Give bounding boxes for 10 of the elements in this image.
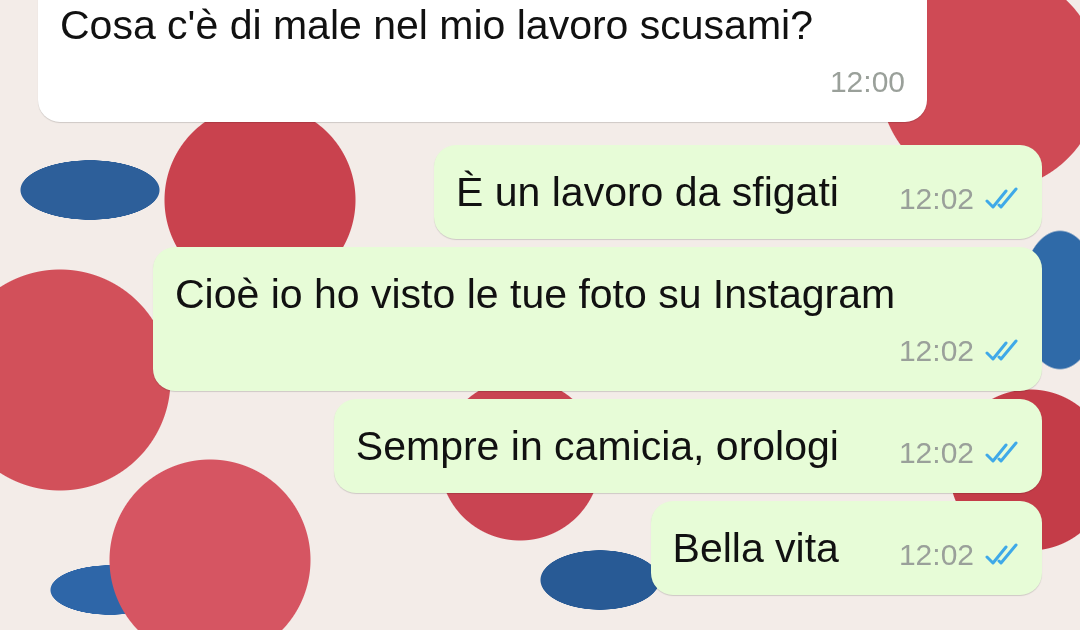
message-text: Sempre in camicia, orologi [355,422,839,471]
message-text: È un lavoro da sfigati [456,168,839,217]
message-time: 12:02 [898,182,974,216]
message-time: 12:02 [898,334,974,368]
message-time: 12:02 [898,436,974,470]
message-text: Cosa c'è di male nel mio lavoro scusami? [60,1,813,50]
message-time: 12:02 [898,538,974,572]
message-text: Cioè io ho visto le tue foto su Instagram [175,270,896,319]
message-time: 12:00 [829,65,905,99]
message-text: Bella vita [672,524,839,573]
